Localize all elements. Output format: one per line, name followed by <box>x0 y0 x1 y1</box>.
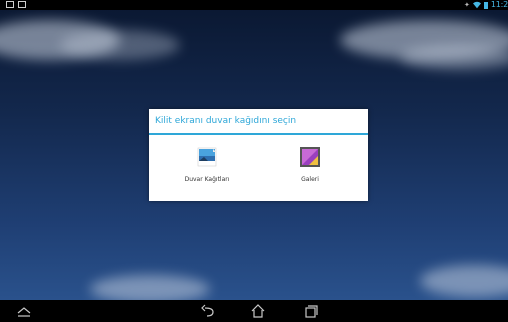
home-icon[interactable] <box>249 302 267 320</box>
up-icon[interactable] <box>15 302 33 320</box>
status-bar: ✦ 11:2 <box>0 0 508 10</box>
clock: 11:2 <box>490 0 508 9</box>
battery-icon <box>483 1 488 9</box>
gallery-label: Galeri <box>301 176 319 183</box>
wallpaper-cloud <box>90 275 210 303</box>
home-screen: ✦ 11:2 Kilit ekranı duvar kağıdını seçin… <box>0 0 508 322</box>
back-icon[interactable] <box>199 302 217 320</box>
dialog-divider <box>149 133 368 135</box>
wallpaper-cloud <box>420 265 508 297</box>
wallpaper-cloud <box>400 45 508 70</box>
navigation-bar <box>0 300 508 322</box>
screenshot-icon <box>18 1 26 8</box>
signal-icon: ✦ <box>463 1 470 9</box>
wallpaper-chooser-dialog: Kilit ekranı duvar kağıdını seçin Duvar … <box>149 109 368 201</box>
wallpapers-option[interactable]: Duvar Kağıtları <box>162 146 252 194</box>
wallpapers-icon <box>197 147 217 167</box>
gallery-option[interactable]: Galeri <box>265 146 355 194</box>
dialog-title: Kilit ekranı duvar kağıdını seçin <box>155 116 297 126</box>
wifi-icon <box>472 1 481 9</box>
notification-icon <box>6 1 14 8</box>
gallery-icon <box>300 147 320 167</box>
wallpaper-cloud <box>60 30 180 60</box>
recent-apps-icon[interactable] <box>301 302 319 320</box>
status-bar-right: ✦ 11:2 <box>464 0 508 10</box>
status-bar-left <box>6 1 26 8</box>
wallpapers-label: Duvar Kağıtları <box>184 176 230 183</box>
